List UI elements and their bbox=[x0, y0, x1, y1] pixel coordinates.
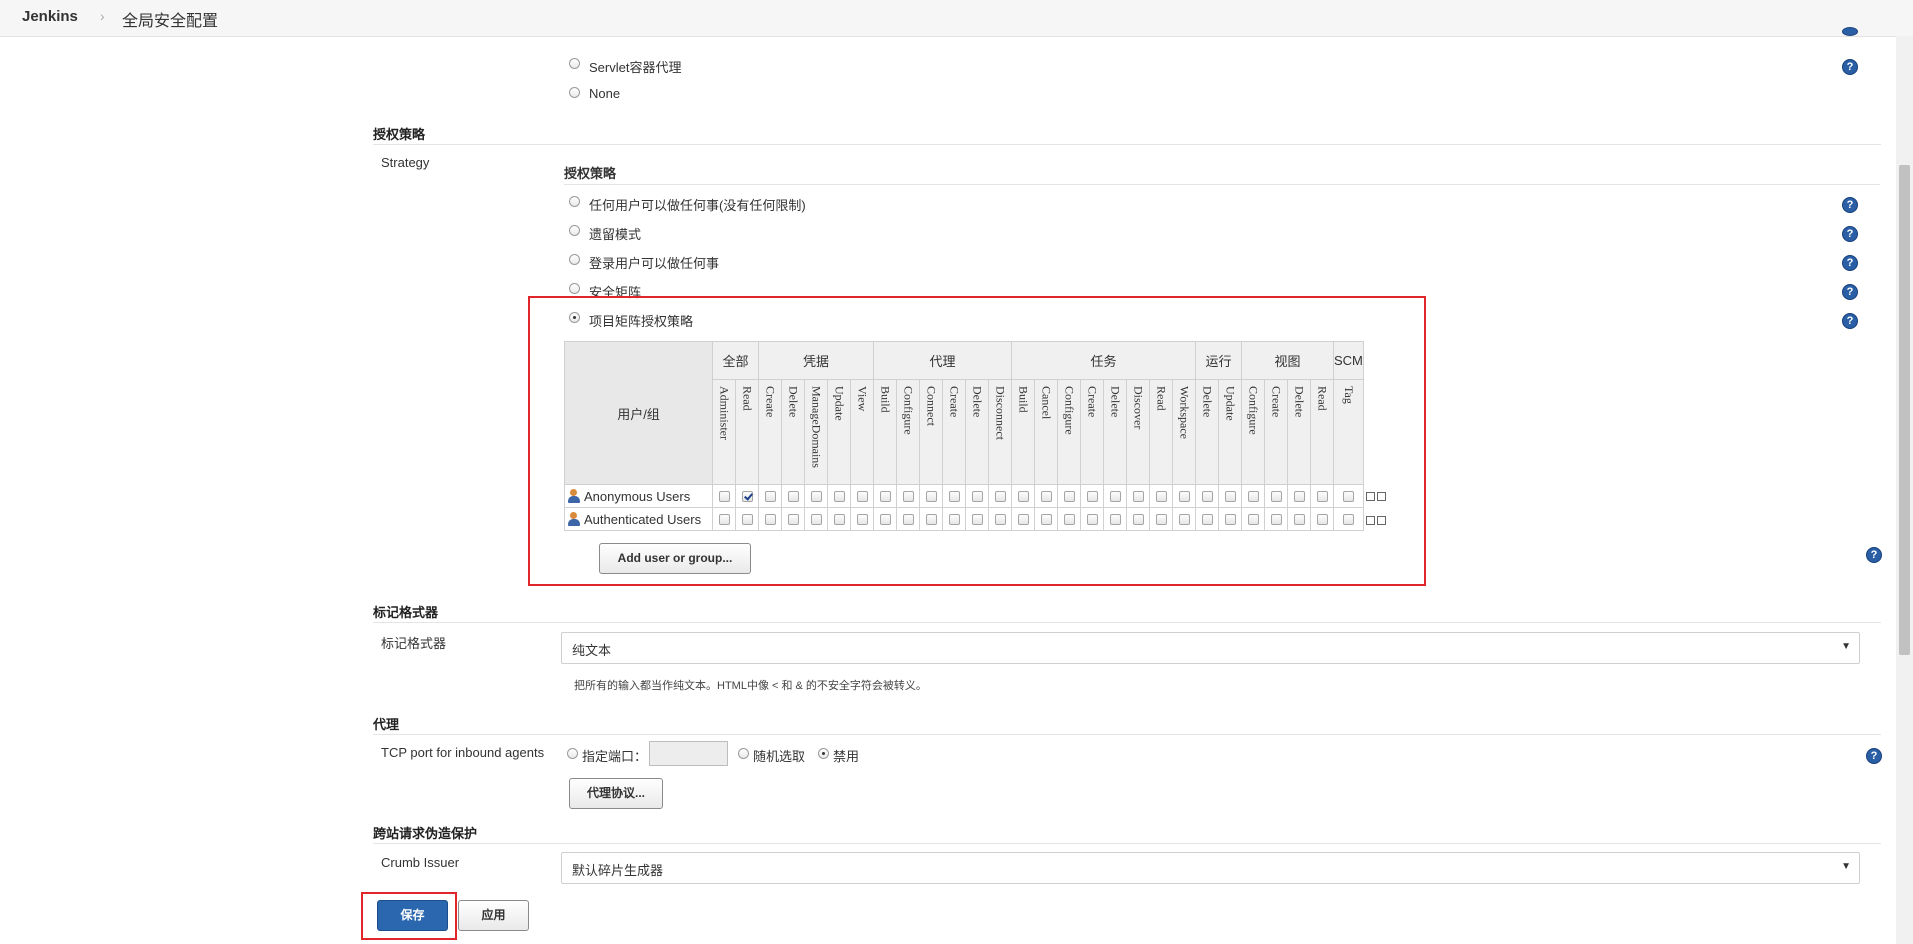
crumb-issuer-label: Crumb Issuer bbox=[381, 855, 460, 870]
strategy-label-anyone: 任何用户可以做任何事(没有任何限制) bbox=[589, 198, 806, 213]
port-radio-random[interactable] bbox=[738, 748, 749, 759]
help-icon[interactable]: ? bbox=[1842, 255, 1858, 271]
chevron-down-icon: ▼ bbox=[1841, 641, 1851, 652]
crumb-issuer-select[interactable]: 默认碎片生成器 ▼ bbox=[561, 852, 1860, 884]
realm-label-servlet: Servlet容器代理 bbox=[589, 60, 682, 75]
breadcrumb: Jenkins › 全局安全配置 bbox=[0, 0, 1913, 37]
help-icon[interactable] bbox=[1842, 27, 1858, 36]
markup-description: 把所有的输入都当作纯文本。HTML中像 < 和 & 的不安全字符会被转义。 bbox=[574, 680, 927, 692]
tcp-port-label: TCP port for inbound agents bbox=[381, 745, 545, 760]
chevron-down-icon: ▼ bbox=[1841, 861, 1851, 872]
agents-section-title: 代理 bbox=[373, 717, 400, 732]
section-divider bbox=[373, 144, 1881, 145]
port-radio-disable[interactable] bbox=[818, 748, 829, 759]
markup-formatter-select[interactable]: 纯文本 ▼ bbox=[561, 632, 1860, 664]
markup-field-label: 标记格式器 bbox=[381, 636, 447, 651]
section-divider bbox=[373, 734, 1881, 735]
highlight-box-save bbox=[361, 892, 457, 940]
breadcrumb-page-link[interactable]: 全局安全配置 bbox=[122, 7, 218, 31]
highlight-box bbox=[528, 296, 1426, 586]
agent-protocols-button[interactable]: 代理协议... bbox=[569, 778, 663, 809]
section-divider bbox=[373, 622, 1881, 623]
crumb-issuer-value: 默认碎片生成器 bbox=[572, 863, 664, 878]
strategy-label-legacy: 遗留模式 bbox=[589, 227, 642, 242]
port-label-random: 随机选取 bbox=[753, 749, 806, 764]
subtitle-divider bbox=[564, 184, 1880, 185]
markup-section-title: 标记格式器 bbox=[373, 605, 439, 620]
breadcrumb-jenkins-link[interactable]: Jenkins bbox=[22, 8, 78, 25]
help-icon[interactable]: ? bbox=[1866, 547, 1882, 563]
strategy-label: Strategy bbox=[381, 155, 430, 170]
port-label-disable: 禁用 bbox=[833, 749, 860, 764]
section-divider bbox=[373, 843, 1881, 844]
authorization-section-title: 授权策略 bbox=[373, 127, 426, 142]
strategy-label-loggedin: 登录用户可以做任何事 bbox=[589, 256, 720, 271]
breadcrumb-chevron-icon: › bbox=[100, 8, 105, 24]
realm-radio-servlet[interactable] bbox=[569, 58, 580, 69]
help-icon[interactable]: ? bbox=[1866, 748, 1882, 764]
realm-label-none: None bbox=[589, 86, 621, 101]
port-label-fixed: 指定端口： bbox=[582, 749, 648, 764]
strategy-radio-loggedin[interactable] bbox=[569, 254, 580, 265]
apply-button[interactable]: 应用 bbox=[458, 900, 529, 931]
help-icon[interactable]: ? bbox=[1842, 197, 1858, 213]
help-icon[interactable]: ? bbox=[1842, 59, 1858, 75]
strategy-radio-legacy[interactable] bbox=[569, 225, 580, 236]
authorization-subtitle: 授权策略 bbox=[564, 166, 617, 181]
help-icon[interactable]: ? bbox=[1842, 284, 1858, 300]
markup-formatter-value: 纯文本 bbox=[572, 643, 612, 658]
strategy-radio-matrix[interactable] bbox=[569, 283, 580, 294]
port-input[interactable] bbox=[649, 741, 728, 766]
realm-radio-none[interactable] bbox=[569, 87, 580, 98]
help-icon[interactable]: ? bbox=[1842, 313, 1858, 329]
port-radio-fixed[interactable] bbox=[567, 748, 578, 759]
strategy-radio-anyone[interactable] bbox=[569, 196, 580, 207]
help-icon[interactable]: ? bbox=[1842, 226, 1858, 242]
scrollbar-thumb[interactable] bbox=[1899, 165, 1910, 655]
csrf-section-title: 跨站请求伪造保护 bbox=[373, 826, 478, 841]
